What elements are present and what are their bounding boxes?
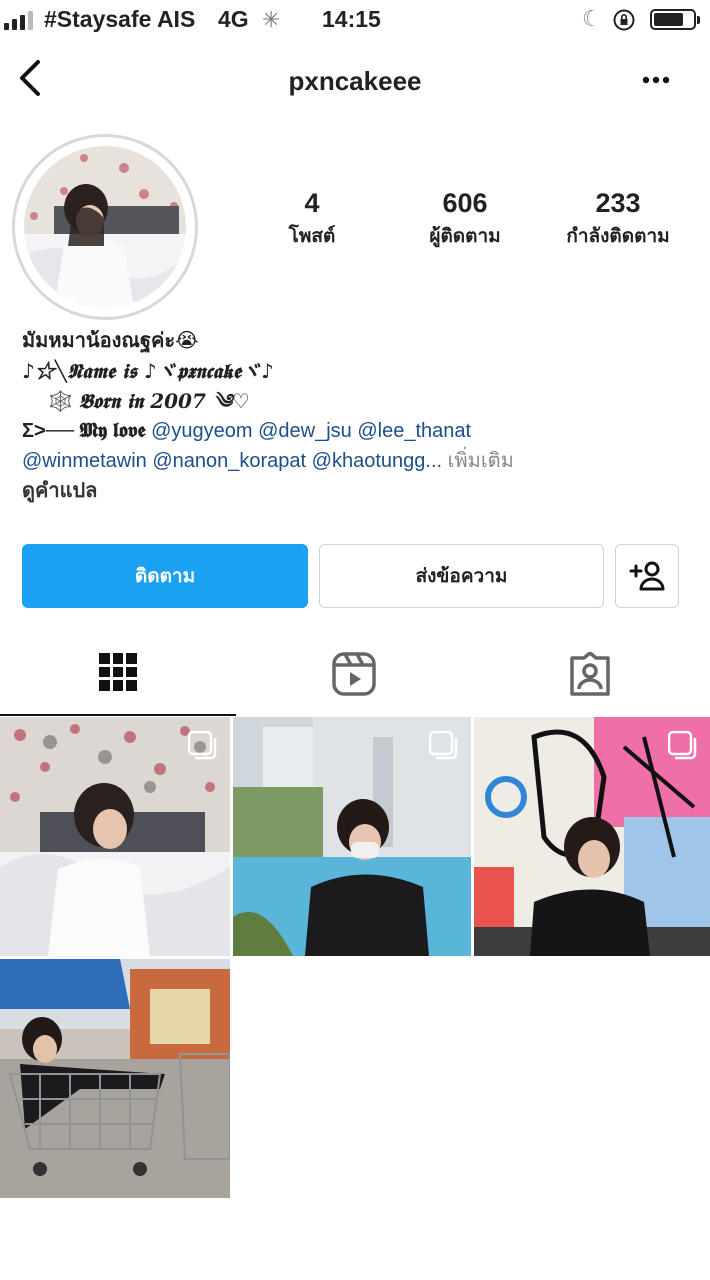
following-count: 233 xyxy=(595,188,641,218)
following-stat[interactable]: 233 กำลังติดตาม xyxy=(538,188,698,251)
profile-bio: มัมหมาน้องณฐค่ะ😭 ♪☆╲𝕹𝖆𝖒𝖊 𝖎𝖘 ♪ヾ𝖕𝖝𝖓𝖈𝖆𝖐𝖊ヾ♪ … xyxy=(22,326,702,506)
rotation-lock-icon xyxy=(613,9,635,31)
bio-more-link[interactable]: เพิ่มเติม xyxy=(448,450,514,472)
profile-avatar[interactable] xyxy=(12,134,198,320)
tagged-icon xyxy=(570,652,610,696)
post-thumbnail[interactable] xyxy=(474,717,710,956)
status-time: 14:15 xyxy=(322,6,381,32)
bio-born-text: 𝕭𝖔𝖗𝖓 𝖎𝖓 2007 ༄♡ xyxy=(78,389,250,413)
following-label: กำลังติดตาม xyxy=(566,226,670,247)
status-bar: #Staysafe AIS 4G ✳ 14:15 ☾ xyxy=(0,0,710,40)
network-type: 4G xyxy=(218,6,249,32)
profile-username: pxncakeee xyxy=(288,66,422,96)
posts-stat[interactable]: 4 โพสต์ xyxy=(232,188,392,251)
post-thumbnail[interactable] xyxy=(233,717,471,956)
mention-link[interactable]: @khaotungg... xyxy=(312,450,442,472)
avatar-image xyxy=(24,146,186,308)
top-nav: pxncakeee xyxy=(0,48,710,108)
bio-line-1: มัมหมาน้องณฐค่ะ😭 xyxy=(22,330,199,352)
mention-link[interactable]: @winmetawin xyxy=(22,450,147,472)
reels-icon xyxy=(332,652,376,696)
grid-icon xyxy=(99,653,137,691)
mention-link[interactable]: @lee_thanat xyxy=(357,420,471,442)
bio-line-4: Σ>── 𝕸𝖞 𝖑𝖔𝖛𝖊 @yugyeom @dew_jsu @lee_than… xyxy=(22,416,702,446)
moon-icon: ☾ xyxy=(582,6,602,31)
posts-label: โพสต์ xyxy=(288,226,336,247)
tab-tagged[interactable] xyxy=(472,636,708,716)
tab-grid[interactable] xyxy=(0,636,236,716)
add-person-icon xyxy=(629,561,665,591)
multiple-photos-icon xyxy=(429,731,458,760)
loading-spinner-icon: ✳ xyxy=(262,7,281,32)
mention-link[interactable]: @dew_jsu xyxy=(258,420,352,442)
signal-icon xyxy=(4,11,33,30)
see-translation-link[interactable]: ดูคำแปล xyxy=(22,476,702,506)
bio-line-3: 🕸️ 𝕭𝖔𝖗𝖓 𝖎𝖓 2007 ༄♡ xyxy=(22,386,702,416)
spiderweb-icon: 🕸️ xyxy=(48,391,73,413)
carrier-name: #Staysafe AIS xyxy=(44,6,196,32)
post-thumbnail[interactable] xyxy=(0,959,230,1198)
follow-button[interactable]: ติดตาม xyxy=(22,544,308,608)
post-thumbnail[interactable] xyxy=(0,717,230,956)
followers-stat[interactable]: 606 ผู้ติดตาม xyxy=(385,188,545,251)
profile-tabs xyxy=(0,636,710,716)
suggested-accounts-button[interactable] xyxy=(615,544,679,608)
followers-count: 606 xyxy=(442,188,488,218)
bio-line-2: ♪☆╲𝕹𝖆𝖒𝖊 𝖎𝖘 ♪ヾ𝖕𝖝𝖓𝖈𝖆𝖐𝖊ヾ♪ xyxy=(22,359,274,383)
post-image xyxy=(0,959,230,1198)
message-button[interactable]: ส่งข้อความ xyxy=(319,544,604,608)
mention-link[interactable]: @nanon_korapat xyxy=(152,450,306,472)
posts-count: 4 xyxy=(304,188,320,218)
multiple-photos-icon xyxy=(188,731,217,760)
tab-reels[interactable] xyxy=(236,636,472,716)
bio-line-5: @winmetawin @nanon_korapat @khaotungg...… xyxy=(22,446,702,476)
mention-link[interactable]: @yugyeom xyxy=(151,420,252,442)
multiple-photos-icon xyxy=(668,731,697,760)
followers-label: ผู้ติดตาม xyxy=(429,226,501,247)
more-options-icon[interactable] xyxy=(638,68,674,92)
bio-love-prefix: Σ>── 𝕸𝖞 𝖑𝖔𝖛𝖊 xyxy=(22,420,146,442)
battery-icon xyxy=(650,9,700,30)
